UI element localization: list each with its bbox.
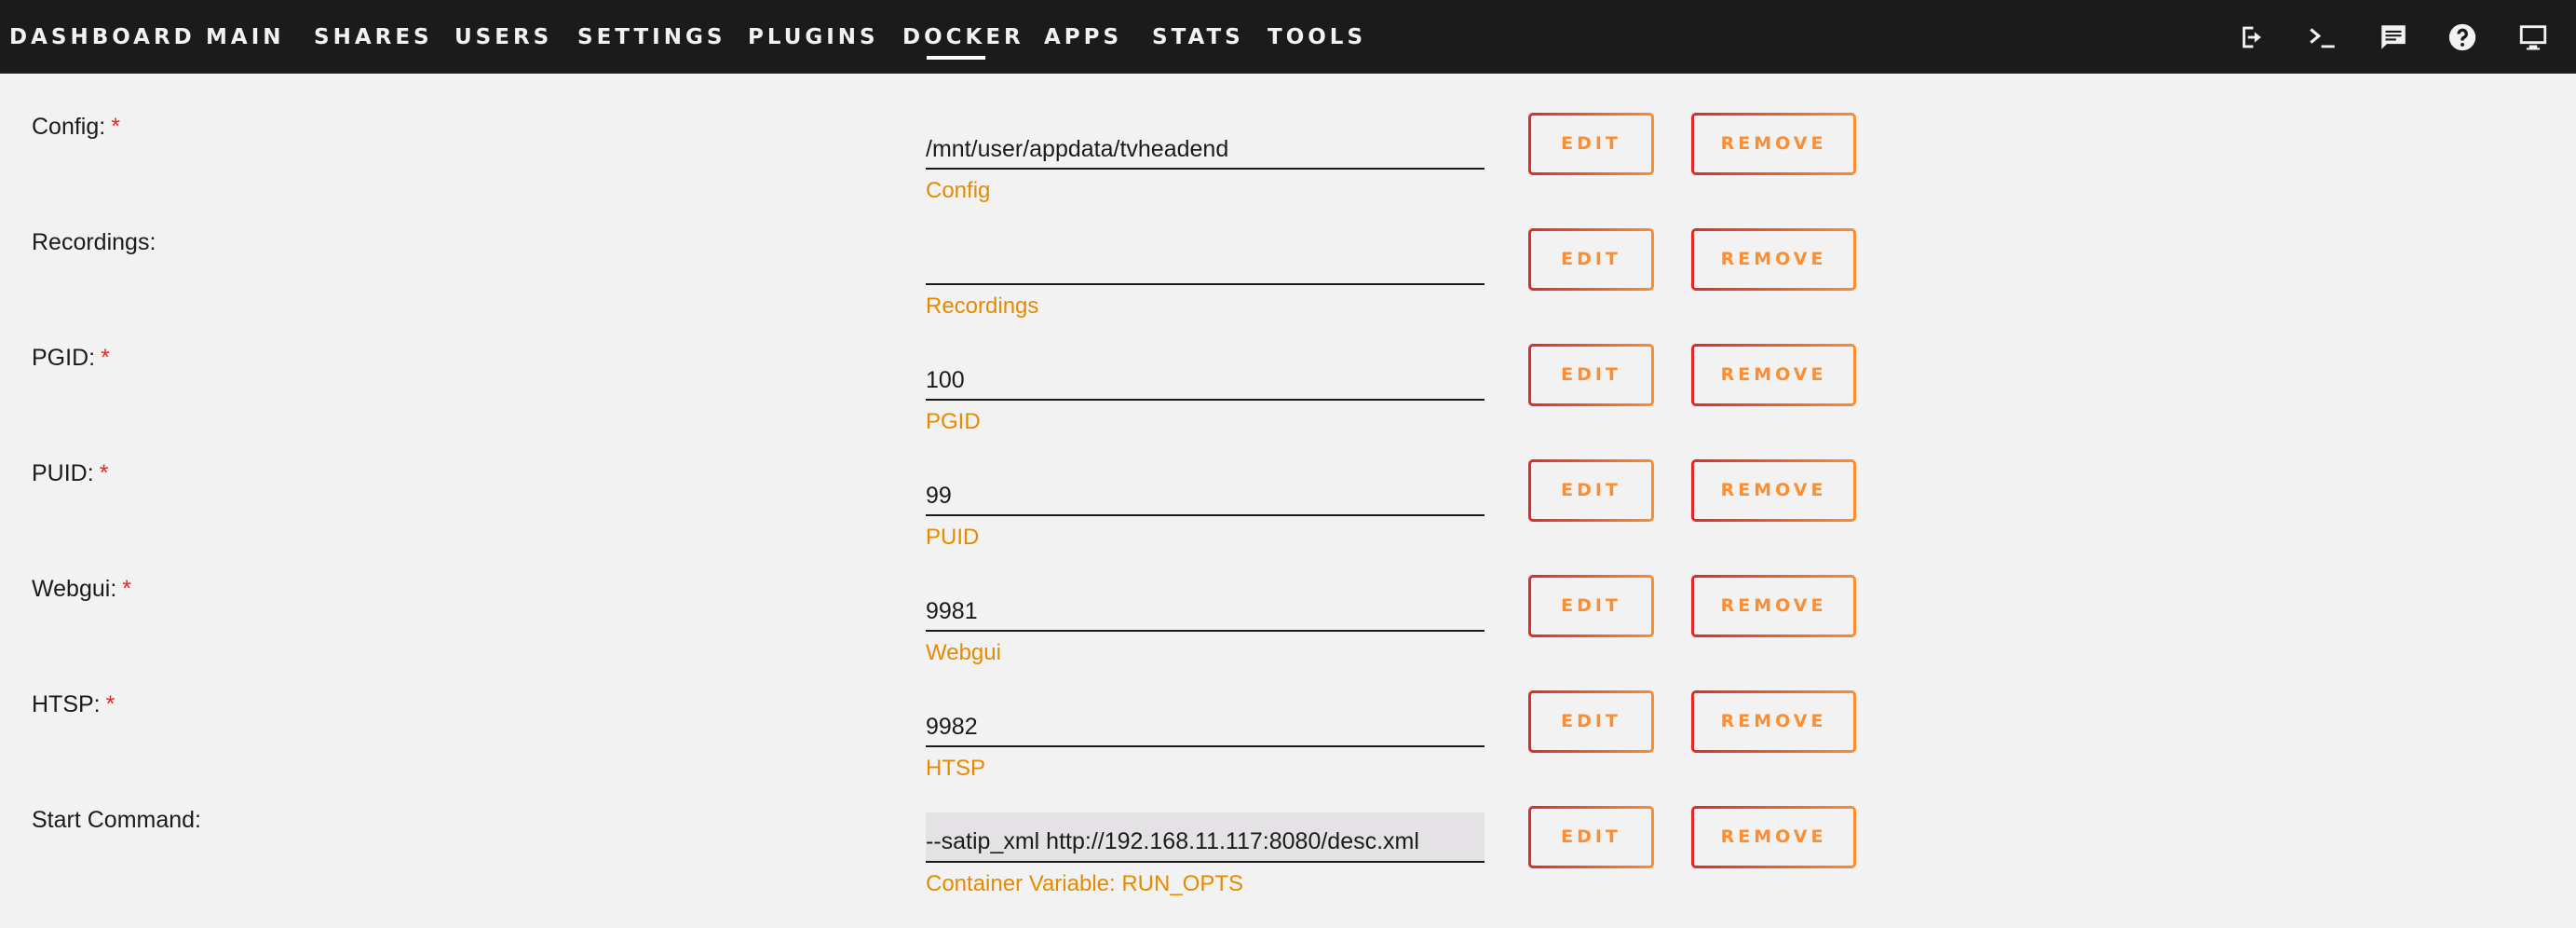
webgui-remove-button[interactable]: REMOVE [1691, 575, 1856, 637]
help-icon[interactable] [2447, 21, 2478, 53]
recordings-description: Recordings [926, 293, 1039, 319]
htsp-edit-button[interactable]: EDIT [1528, 690, 1654, 753]
feedback-icon[interactable] [2378, 21, 2409, 53]
pgid-remove-button[interactable]: REMOVE [1691, 344, 1856, 406]
recordings-edit-button[interactable]: EDIT [1528, 228, 1654, 291]
nav-tab-settings[interactable]: SETTINGS [577, 0, 725, 74]
htsp-description: HTSP [926, 756, 986, 781]
webgui-input[interactable] [926, 583, 1485, 632]
nav-tab-tools[interactable]: TOOLS [1268, 0, 1366, 74]
htsp-input[interactable] [926, 699, 1485, 747]
start-command-description: Container Variable: RUN_OPTS [926, 871, 1244, 896]
monitor-icon[interactable] [2517, 21, 2549, 53]
puid-edit-button[interactable]: EDIT [1528, 459, 1654, 522]
pgid-input[interactable] [926, 352, 1485, 401]
pgid-description: PGID [926, 409, 981, 434]
webgui-label: Webgui: * [32, 576, 131, 602]
htsp-remove-button[interactable]: REMOVE [1691, 690, 1856, 753]
required-marker: * [101, 345, 110, 371]
puid-label: PUID: * [32, 460, 109, 486]
puid-input[interactable] [926, 468, 1485, 516]
active-tab-indicator [927, 56, 985, 60]
nav-tab-apps[interactable]: APPS [1044, 0, 1122, 74]
nav-tab-docker[interactable]: DOCKER [902, 0, 1024, 74]
logout-icon[interactable] [2236, 21, 2268, 53]
nav-tab-dashboard[interactable]: DASHBOARD [9, 0, 196, 74]
nav-tab-plugins[interactable]: PLUGINS [748, 0, 879, 74]
webgui-edit-button[interactable]: EDIT [1528, 575, 1654, 637]
start-command-edit-button[interactable]: EDIT [1528, 806, 1654, 868]
nav-tab-stats[interactable]: STATS [1152, 0, 1244, 74]
puid-remove-button[interactable]: REMOVE [1691, 459, 1856, 522]
terminal-icon[interactable] [2307, 21, 2339, 53]
recordings-label: Recordings: [32, 229, 156, 255]
nav-tab-users[interactable]: USERS [454, 0, 552, 74]
config-description: Config [926, 178, 991, 203]
config-input[interactable] [926, 121, 1485, 170]
pgid-label: PGID: * [32, 345, 110, 371]
config-edit-button[interactable]: EDIT [1528, 113, 1654, 175]
config-label: Config: * [32, 114, 120, 140]
start-command-remove-button[interactable]: REMOVE [1691, 806, 1856, 868]
recordings-input[interactable] [926, 237, 1485, 285]
top-navigation-bar: DASHBOARD MAIN SHARES USERS SETTINGS PLU… [0, 0, 2576, 74]
start-command-label: Start Command: [32, 807, 202, 833]
webgui-description: Webgui [926, 640, 1001, 665]
htsp-label: HTSP: * [32, 691, 115, 717]
pgid-edit-button[interactable]: EDIT [1528, 344, 1654, 406]
nav-tab-main[interactable]: MAIN [206, 0, 285, 74]
puid-description: PUID [926, 525, 980, 550]
nav-tab-shares[interactable]: SHARES [314, 0, 433, 74]
config-remove-button[interactable]: REMOVE [1691, 113, 1856, 175]
required-marker: * [99, 460, 109, 486]
recordings-remove-button[interactable]: REMOVE [1691, 228, 1856, 291]
required-marker: * [122, 576, 131, 602]
start-command-input[interactable] [926, 812, 1485, 863]
required-marker: * [105, 691, 115, 717]
required-marker: * [111, 114, 120, 140]
